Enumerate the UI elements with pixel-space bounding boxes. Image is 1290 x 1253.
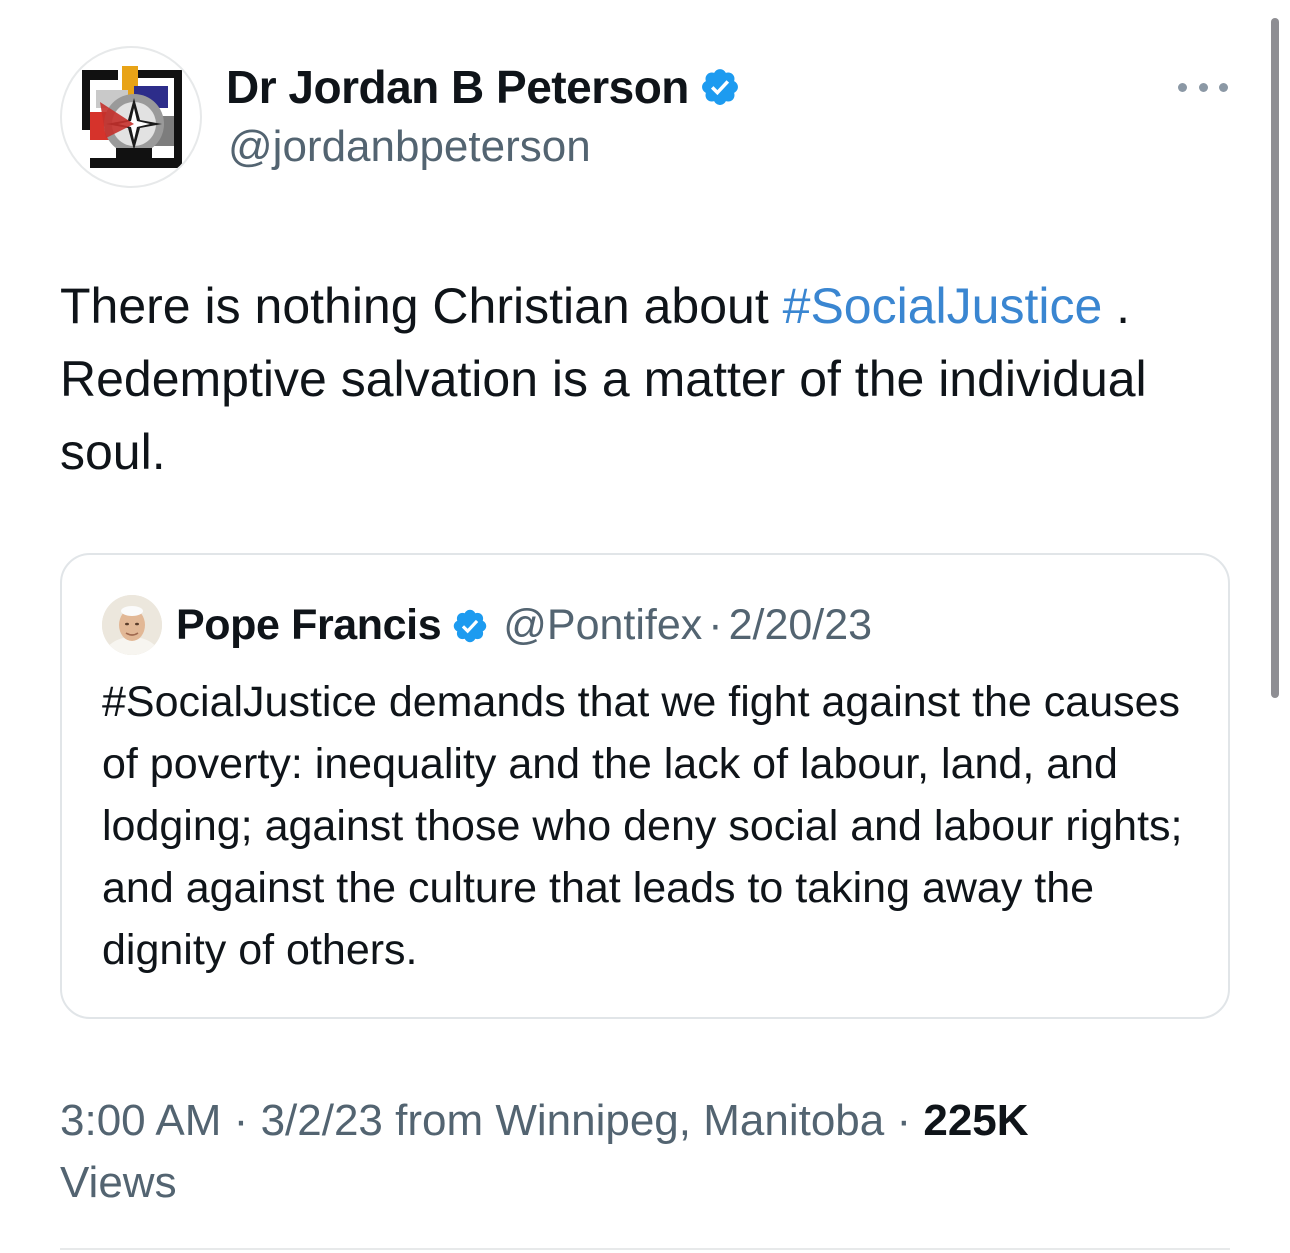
author-handle[interactable]: @jordanbpeterson <box>228 122 591 172</box>
meta-separator: · <box>233 1096 249 1145</box>
scrollbar[interactable] <box>1271 18 1279 698</box>
quoted-separator: · <box>708 601 723 649</box>
quoted-tweet-card[interactable]: Pope Francis @Pontifex · 2/20/23 #Social… <box>60 553 1230 1019</box>
quoted-text: #SocialJustice demands that we fight aga… <box>102 671 1202 981</box>
tweet-text: There is nothing Christian about #Social… <box>60 270 1250 489</box>
author-name-row: Dr Jordan B Peterson <box>226 60 741 114</box>
verified-badge-icon <box>454 609 487 642</box>
verified-badge-icon <box>701 69 738 105</box>
tweet-date-location[interactable]: 3/2/23 from Winnipeg, Manitoba <box>261 1096 885 1145</box>
meta-separator: · <box>896 1096 912 1145</box>
pope-portrait-icon <box>102 595 162 655</box>
tweet-meta: 3:00 AM · 3/2/23 from Winnipeg, Manitoba… <box>60 1090 1240 1214</box>
tweet-time[interactable]: 3:00 AM <box>60 1096 221 1145</box>
quoted-date[interactable]: 2/20/23 <box>729 601 872 650</box>
more-options-icon <box>1198 82 1208 92</box>
more-options-icon <box>1219 82 1228 92</box>
geometric-logo-icon <box>82 66 182 168</box>
tweet-text-part1: There is nothing Christian about <box>60 278 783 334</box>
quoted-author-avatar[interactable] <box>102 595 162 655</box>
quoted-handle[interactable]: @Pontifex <box>503 601 702 650</box>
more-options-icon <box>1178 82 1187 92</box>
tweet-detail-page: Dr Jordan B Peterson @jordanbpeterson Th… <box>0 0 1290 1253</box>
views-label: Views <box>60 1158 177 1207</box>
more-options-button[interactable] <box>1178 74 1228 100</box>
divider <box>60 1248 1230 1250</box>
hashtag-link[interactable]: #SocialJustice <box>783 278 1103 334</box>
author-avatar[interactable] <box>60 46 202 188</box>
quoted-header: Pope Francis @Pontifex · 2/20/23 <box>176 601 872 650</box>
views-count: 225K <box>923 1096 1029 1145</box>
quoted-display-name[interactable]: Pope Francis <box>176 601 442 650</box>
quoted-hashtag-link[interactable]: #SocialJustice <box>102 678 377 726</box>
author-display-name[interactable]: Dr Jordan B Peterson <box>226 60 689 114</box>
